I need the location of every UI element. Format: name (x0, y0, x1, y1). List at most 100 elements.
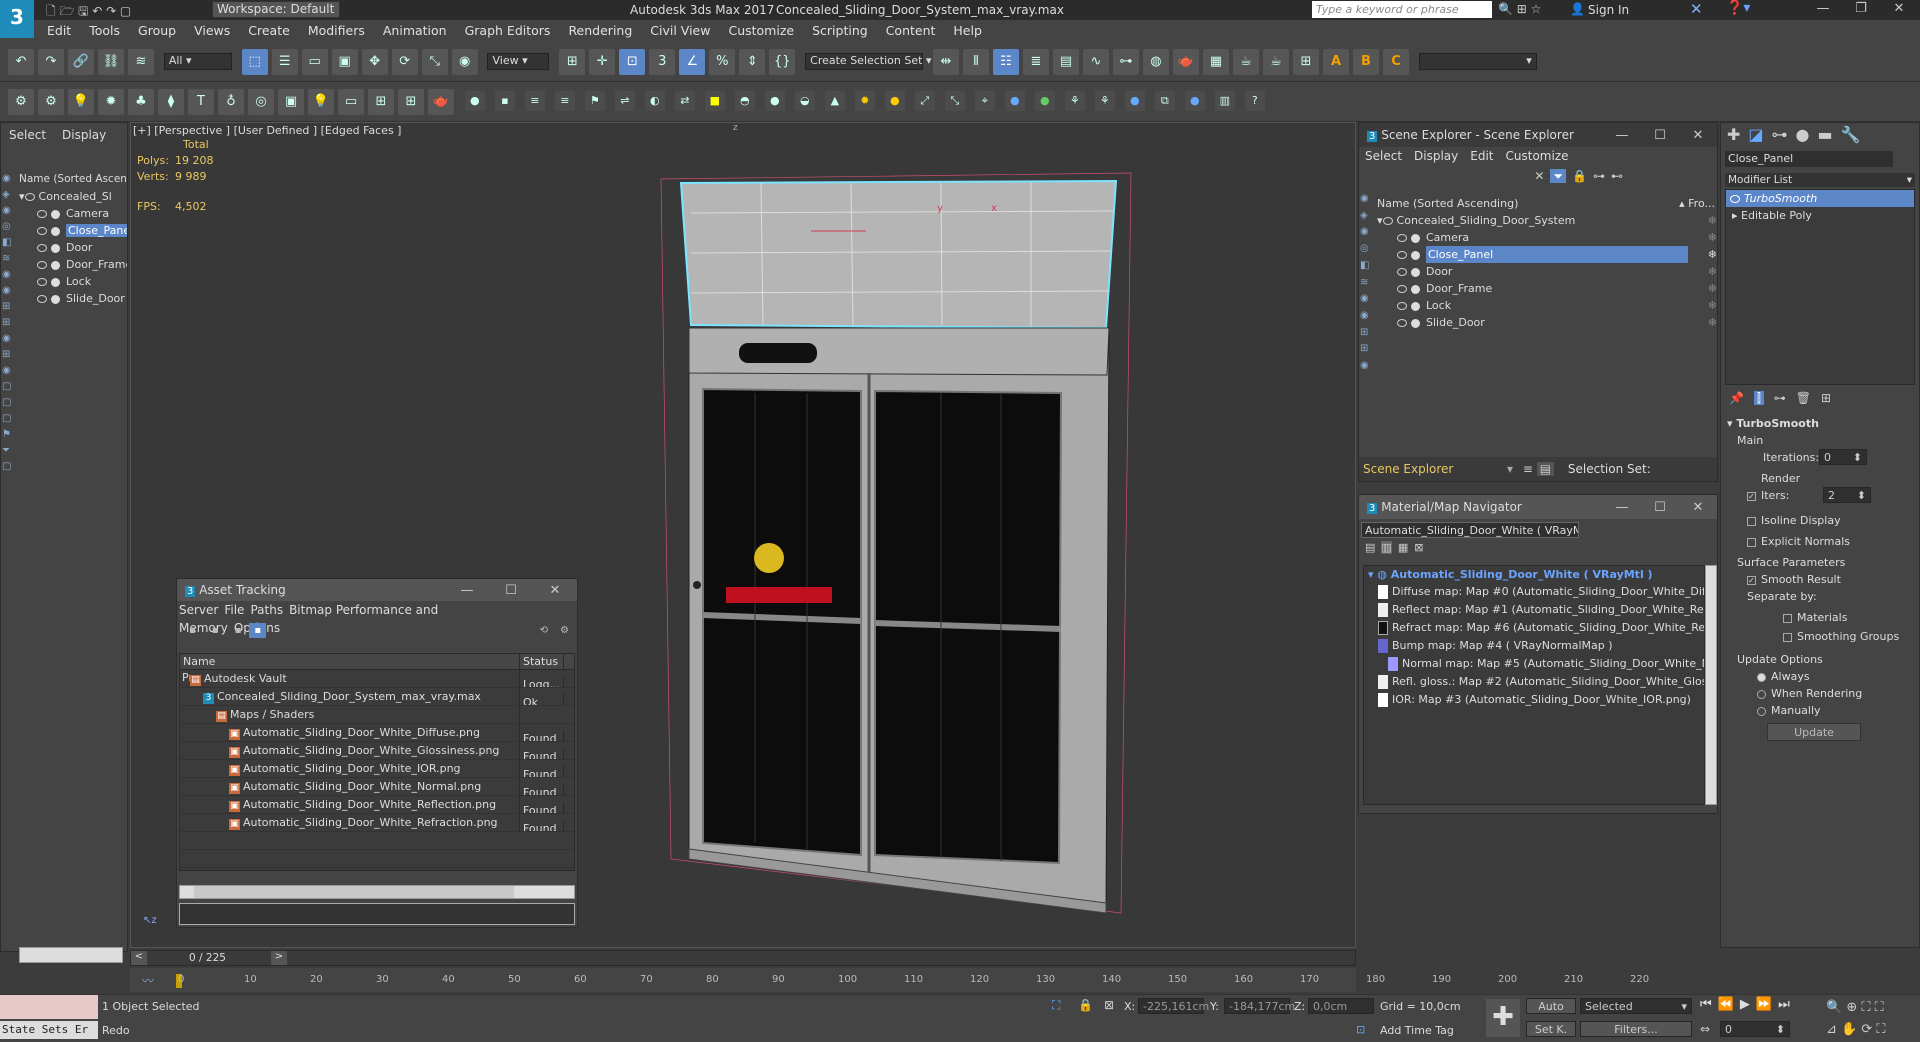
menu-content[interactable]: Content (877, 20, 945, 41)
asset-view-list-icon[interactable]: ▪ (189, 625, 196, 636)
asset-menu-paths[interactable]: Paths (250, 603, 283, 617)
play-icon[interactable]: ▶ (1740, 997, 1750, 1012)
menu-graph-editors[interactable]: Graph Editors (456, 20, 560, 41)
zoom-all-icon[interactable]: ⊕ (1846, 1000, 1857, 1015)
link-icon[interactable]: 🔗 (68, 49, 94, 75)
smoothing-groups-checkbox[interactable] (1783, 632, 1792, 642)
se-item-camera[interactable]: Camera ❄ (1377, 229, 1717, 246)
select-by-name-icon[interactable]: ☰ (271, 49, 298, 75)
se-left-icons[interactable]: ◉ ◈ ◉ ◎ ◧ ≋ ◉ ◉ ⊞ ⊞ ◉ (1360, 191, 1374, 375)
playback-controls[interactable]: ⏮ ⏪ ▶ ⏩ ⏭ (1700, 997, 1790, 1012)
z-coord-field[interactable]: 0,0cm (1308, 998, 1374, 1014)
se-filter-icon[interactable]: ⏷ (1550, 169, 1567, 183)
add-time-tag[interactable]: Add Time Tag (1380, 1024, 1454, 1037)
matnav-item-normal[interactable]: Normal map: Map #5 (Automatic_Sliding_Do… (1364, 655, 1704, 673)
stack-item-turbosmooth[interactable]: TurboSmooth (1726, 190, 1914, 207)
unlink-icon[interactable]: ⛓ (98, 49, 124, 75)
se-close-icon[interactable]: ✕ (1679, 124, 1717, 148)
left-select-menu[interactable]: Select (9, 128, 46, 142)
remove-modifier-icon[interactable]: 🗑 (1796, 391, 1811, 405)
se-item-lock[interactable]: Lock ❄ (1377, 297, 1717, 314)
vray-light-icon[interactable]: 💡 (68, 89, 94, 115)
rect-selection-icon[interactable]: ▭ (301, 49, 328, 75)
make-unique-icon[interactable]: ⊶ (1774, 391, 1786, 405)
se-menu-display[interactable]: Display (1414, 149, 1458, 163)
set-key-big-icon[interactable]: ✚ (1486, 999, 1520, 1037)
snap-3-icon[interactable]: 3 (649, 49, 676, 75)
tool-s-icon[interactable]: ● (1004, 91, 1025, 111)
material-editor-icon[interactable]: ◍ (1142, 49, 1169, 75)
next-frame-icon[interactable]: ⏩ (1756, 997, 1772, 1012)
tool-w-icon[interactable]: ● (1124, 91, 1145, 111)
close-x-icon[interactable]: ✕ (1690, 0, 1703, 18)
asset-minimize-icon[interactable]: — (445, 580, 489, 602)
time-slider[interactable]: < 0 / 225 > (130, 950, 1356, 966)
fov-icon[interactable]: ⊿ (1826, 1022, 1837, 1037)
time-tag-icon[interactable]: ⊡ (1356, 1023, 1365, 1036)
se-menu-customize[interactable]: Customize (1506, 149, 1569, 163)
modify-tab-icon[interactable]: ◪ (1748, 125, 1763, 144)
menu-customize[interactable]: Customize (719, 20, 803, 41)
layer-explorer-icon[interactable]: ≣ (1022, 49, 1049, 75)
select-object-icon[interactable]: ⬚ (241, 49, 268, 75)
se-maximize-icon[interactable]: ☐ (1641, 124, 1679, 148)
modifier-list-dropdown[interactable]: Modifier List ▾ (1725, 173, 1915, 187)
zoom-extents-all-icon[interactable]: ⛶ (1875, 1000, 1884, 1015)
matnav-root[interactable]: ▾ ◍ Automatic_Sliding_Door_White ( VRayM… (1364, 566, 1704, 583)
move-icon[interactable]: ✥ (361, 49, 388, 75)
vray-render-icon[interactable]: ⚙ (8, 89, 34, 115)
window-crossing-icon[interactable]: ▣ (331, 49, 358, 75)
left-display-menu[interactable]: Display (62, 128, 106, 142)
asset-refresh-icon[interactable]: ⟲ (540, 625, 548, 636)
tool-d-icon[interactable]: ≡ (554, 91, 575, 111)
render-online-icon[interactable]: ⊞ (1292, 49, 1319, 75)
asset-row[interactable]: ▣ Automatic_Sliding_Door_White_Refraction… (180, 814, 574, 832)
sign-in-link[interactable]: Sign In (1588, 3, 1629, 17)
asset-settings-icon[interactable]: ⚙ (560, 625, 569, 636)
stack-item-editable-poly[interactable]: ▸ Editable Poly (1726, 207, 1914, 224)
tool-v-icon[interactable]: ⚘ (1094, 91, 1115, 111)
tool-r-icon[interactable]: ⌖ (974, 91, 995, 111)
se-item-door[interactable]: Door ❄ (1377, 263, 1717, 280)
door-model[interactable] (651, 153, 1171, 953)
matnav-minimize-icon[interactable]: — (1603, 496, 1641, 520)
tool-f-icon[interactable]: ⇌ (614, 91, 635, 111)
tool-i-icon[interactable]: ■ (704, 91, 725, 111)
zoom-icon[interactable]: 🔍 (1826, 1000, 1842, 1015)
menu-scripting[interactable]: Scripting (803, 20, 877, 41)
bind-space-warp-icon[interactable]: ≋ (128, 49, 154, 75)
display-tab-icon[interactable]: ▬ (1818, 125, 1833, 144)
asset-row[interactable]: ▣ Automatic_Sliding_Door_White_IOR.png Fou… (180, 760, 574, 778)
keyboard-shortcut-icon[interactable]: ⊡ (619, 49, 646, 75)
vray-frame-buffer-icon[interactable]: ⚙ (38, 89, 64, 115)
tool-n-icon[interactable]: ✹ (854, 91, 875, 111)
tool-m-icon[interactable]: ▲ (824, 91, 845, 111)
tool-p-icon[interactable]: ⤢ (914, 91, 935, 111)
y-coord-field[interactable]: -184,177cm (1224, 998, 1295, 1014)
matnav-vscrollbar[interactable] (1705, 565, 1717, 805)
menu-rendering[interactable]: Rendering (559, 20, 641, 41)
matnav-item-refract[interactable]: Refract map: Map #6 (Automatic_Sliding_D… (1364, 619, 1704, 637)
maximize-icon[interactable]: ❐ (1842, 1, 1880, 16)
se-item-door-frame[interactable]: Door_Frame ❄ (1377, 280, 1717, 297)
set-key-button[interactable]: Set K. (1526, 1021, 1576, 1037)
workspace-dropdown[interactable]: Workspace: Default ▾ (212, 1, 340, 31)
asset-view-details-icon[interactable]: ▪ (235, 625, 242, 636)
vray-grid-icon[interactable]: ⊞ (398, 89, 424, 115)
asset-path-field[interactable] (179, 903, 575, 925)
redo-icon[interactable]: ↷ (38, 49, 64, 75)
vray-mesh-icon[interactable]: ⊞ (368, 89, 394, 115)
tool-k-icon[interactable]: ● (764, 91, 785, 111)
minimize-icon[interactable]: — (1804, 1, 1842, 16)
utilities-tab-icon[interactable]: 🔧 (1841, 125, 1861, 144)
asset-row[interactable]: 3 Concealed_Sliding_Door_System_max_vray.… (180, 688, 574, 706)
schematic-view-icon[interactable]: ⊶ (1112, 49, 1139, 75)
left-root-item[interactable]: ▾ Concealed_Sl (19, 188, 127, 205)
rendered-frame-icon[interactable]: ▦ (1202, 49, 1229, 75)
menu-help[interactable]: Help (944, 20, 991, 41)
matnav-large-icons[interactable]: ▦ (1398, 541, 1408, 554)
tool-a-icon[interactable]: ● (464, 91, 485, 111)
goto-end-icon[interactable]: ⏭ (1778, 997, 1790, 1012)
app-logo[interactable]: 3 (0, 0, 34, 38)
close-icon[interactable]: ✕ (1880, 1, 1918, 16)
